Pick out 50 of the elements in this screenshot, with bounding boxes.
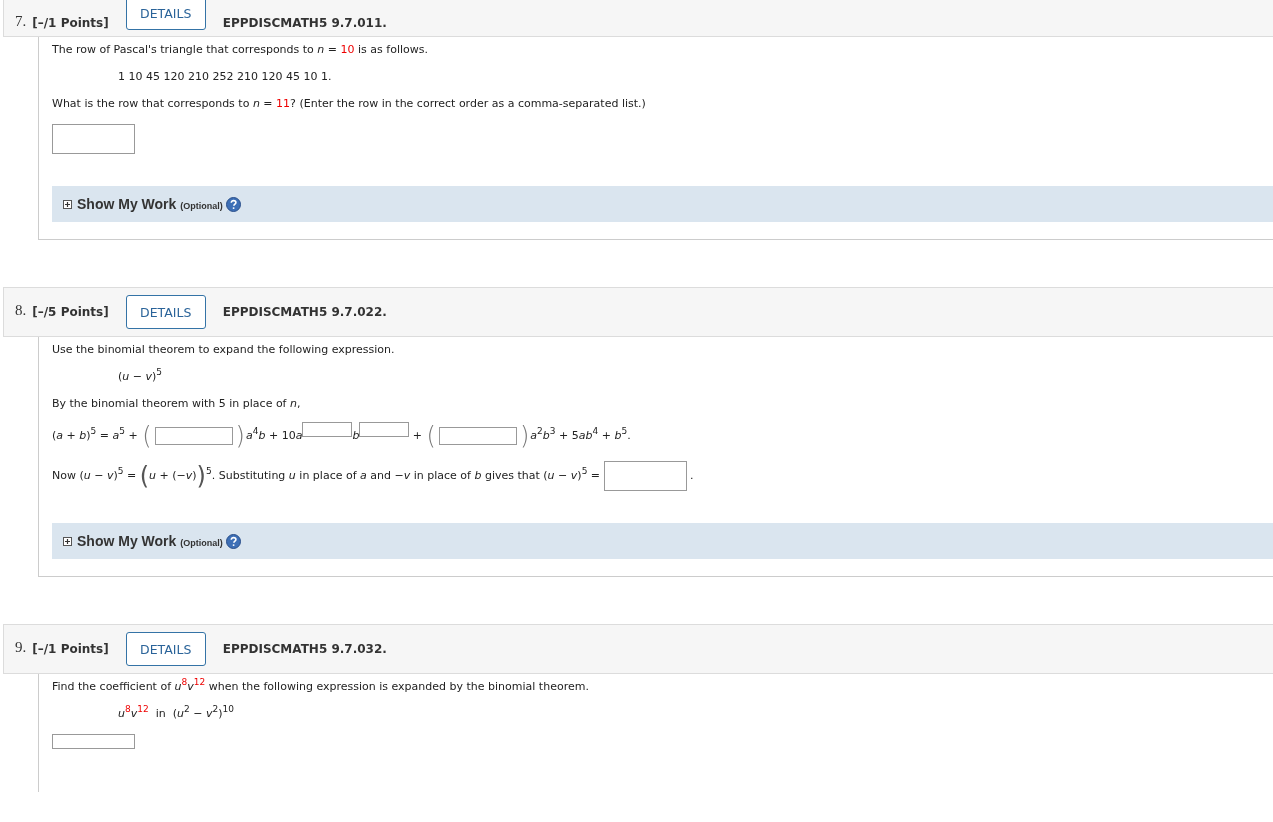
details-button[interactable]: DETAILS (125, 295, 206, 329)
help-icon[interactable] (225, 196, 241, 212)
optional-label: (Optional) (180, 538, 223, 548)
question-text: The row of Pascal's triangle that corresponds to n = 10 is as follows. (52, 43, 428, 57)
question-text: Find the coefficient of u$^{8}$v$^{12}$ when the following expression is expanded by the binomial theorem. (52, 680, 589, 694)
parenthesis: ) (196, 464, 206, 488)
question-text: . (689, 469, 694, 483)
expand-icon[interactable] (63, 536, 72, 546)
question-text: By the binomial theorem with 5 in place of n, (52, 397, 301, 411)
exponent-field[interactable] (302, 422, 353, 437)
question-text: b (352, 429, 360, 443)
details-button[interactable]: DETAILS (125, 0, 206, 30)
parenthesis: ( (426, 424, 436, 448)
answer-field[interactable] (52, 734, 135, 749)
exponent-field[interactable] (359, 422, 410, 437)
question-text: (u − v)$^{5}$ (118, 370, 163, 384)
question-text: $^{5}$. Substituting u in place of a and −v in place of b gives that (u − v)$^{5}$ = (206, 469, 602, 482)
question-number: 7. (15, 13, 27, 30)
question-number: 9. (15, 639, 27, 656)
answer-field[interactable] (438, 427, 517, 445)
problem-code: EPPDISCMATH5 9.7.011. (222, 16, 387, 30)
points-label: [–/1 Points] (32, 642, 109, 656)
answer-field[interactable] (154, 427, 233, 445)
question-text: u + (−v) (149, 469, 197, 482)
expand-icon[interactable] (63, 199, 72, 209)
answer-field[interactable] (603, 461, 687, 491)
question-text: Use the binomial theorem to expand the following expression. (52, 343, 395, 357)
parenthesis: ( (139, 464, 150, 488)
show-work-toggle[interactable]: Show My Work (77, 196, 177, 212)
parenthesis: ( (142, 424, 152, 448)
optional-label: (Optional) (180, 201, 223, 211)
show-work-toggle[interactable]: Show My Work (77, 533, 177, 549)
question-text: Now (u − v)$^{5}$ = (52, 469, 138, 483)
answer-field[interactable] (52, 124, 135, 154)
question-text: What is the row that corresponds to n = 11? (Enter the row in the correct order as a comma-separated list.) (52, 97, 646, 111)
details-button[interactable]: DETAILS (125, 632, 206, 666)
question-number: 8. (15, 302, 27, 319)
question-text: a$^{4}$b + 10a (245, 429, 303, 443)
question-text: a$^{2}$b$^{3}$ + 5ab$^{4}$ + b$^{5}$. (530, 429, 631, 443)
question-text: u$^{8}$v$^{12}$ in (u$^{2}$ − v$^{2}$)$^{10}$ (118, 707, 234, 721)
question-text: 1 10 45 120 210 252 210 120 45 10 1. (118, 70, 332, 84)
help-icon[interactable] (225, 533, 241, 549)
parenthesis: ) (235, 424, 245, 448)
problem-code: EPPDISCMATH5 9.7.022. (222, 305, 387, 319)
question-text: + (411, 429, 424, 443)
question-text: (a + b)$^{5}$ = a$^{5}$ + (52, 429, 139, 443)
parenthesis: ) (519, 424, 530, 448)
problem-code: EPPDISCMATH5 9.7.032. (222, 642, 387, 656)
points-label: [–/5 Points] (32, 305, 109, 319)
points-label: [–/1 Points] (32, 16, 109, 30)
